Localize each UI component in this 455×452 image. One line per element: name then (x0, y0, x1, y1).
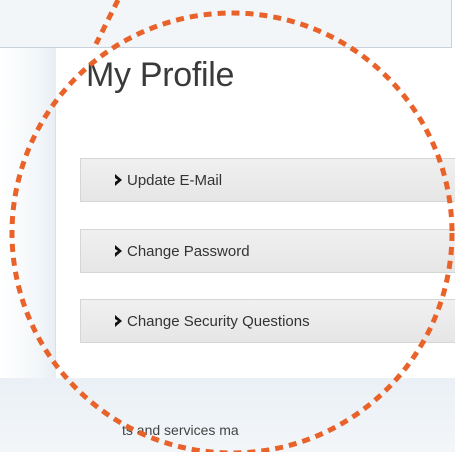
footer-band (0, 378, 455, 452)
update-email-item[interactable]: Update E-Mail (80, 158, 455, 202)
chevron-right-icon (113, 243, 125, 259)
change-password-label: Change Password (127, 242, 250, 260)
chevron-right-icon (113, 313, 125, 329)
left-rail-divider (55, 110, 56, 370)
page-title: My Profile (86, 56, 235, 94)
change-security-questions-label: Change Security Questions (127, 312, 310, 330)
top-panel (0, 0, 452, 48)
update-email-label: Update E-Mail (127, 171, 223, 189)
change-password-item[interactable]: Change Password (80, 229, 455, 273)
change-security-questions-item[interactable]: Change Security Questions (80, 299, 455, 343)
footer-partial-text: ts and services ma (122, 422, 239, 438)
chevron-right-icon (113, 172, 125, 188)
